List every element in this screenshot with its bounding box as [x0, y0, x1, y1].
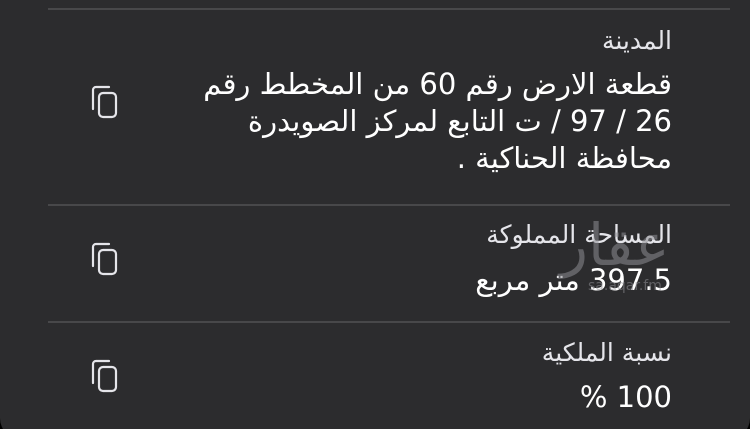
value-line: 100 % [579, 380, 672, 414]
field-row-area: المساحة المملوكة 397.5 متر مربع [0, 206, 750, 322]
copy-icon [91, 85, 118, 119]
field-value: قطعة الارض رقم 60 من المخطط رقم 26 / 97 … [112, 66, 672, 177]
copy-icon [91, 242, 118, 276]
value-line: محافظة الحناكية . [456, 141, 672, 175]
value-line: قطعة الارض رقم 60 من المخطط رقم [203, 67, 672, 101]
details-card: المدينة قطعة الارض رقم 60 من المخطط رقم … [0, 0, 750, 429]
copy-button[interactable] [80, 77, 130, 127]
value-line: 397.5 متر مربع [475, 263, 672, 297]
copy-icon [91, 359, 118, 393]
copy-button[interactable] [80, 234, 130, 284]
field-row-city: المدينة قطعة الارض رقم 60 من المخطط رقم … [0, 10, 750, 205]
field-value: 100 % [112, 379, 672, 416]
field-row-ownership: نسبة الملكية 100 % [0, 323, 750, 429]
field-value: 397.5 متر مربع [112, 262, 672, 299]
field-label: نسبة الملكية [541, 338, 672, 367]
value-line: 26 / 97 / ت التابع لمركز الصويدرة [247, 104, 672, 138]
copy-button[interactable] [80, 351, 130, 401]
field-label: المدينة [601, 26, 672, 55]
field-label: المساحة المملوكة [486, 220, 672, 249]
